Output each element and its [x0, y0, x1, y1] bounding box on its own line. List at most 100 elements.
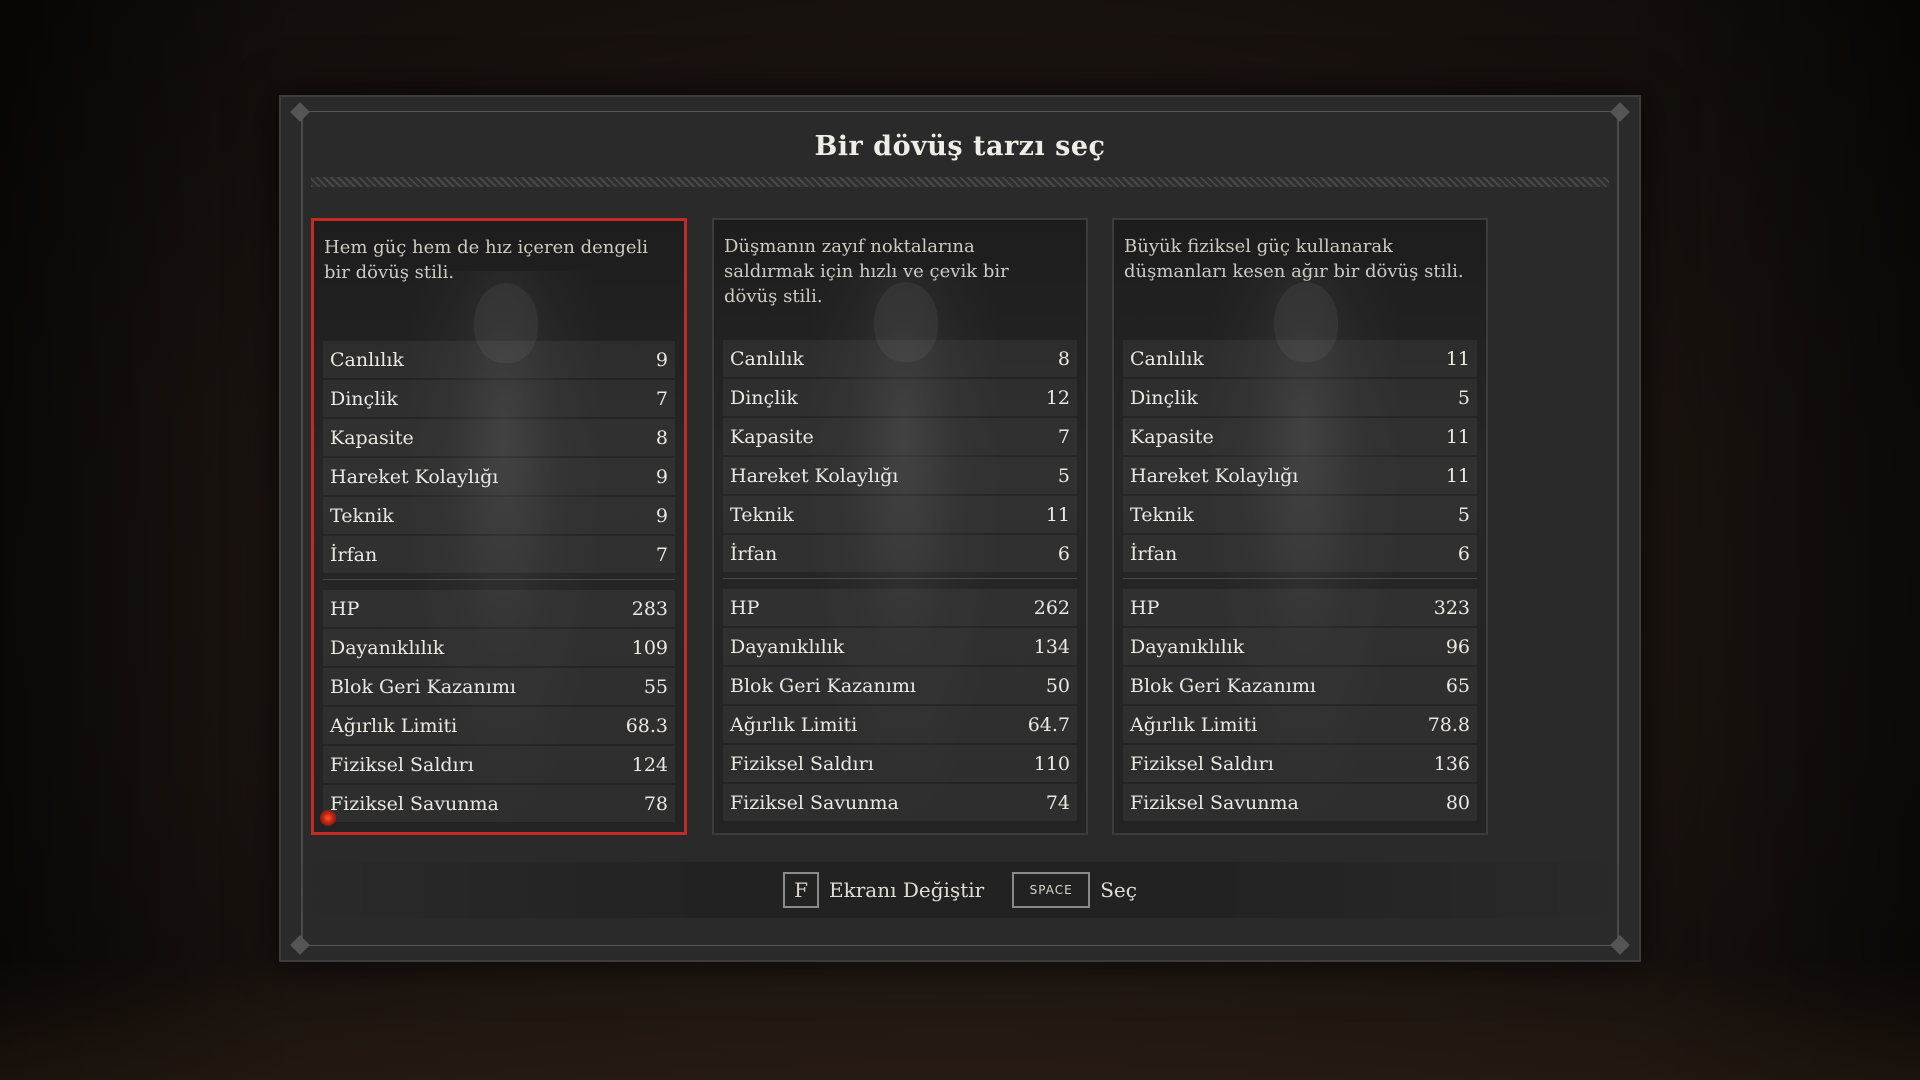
stat-row: Blok Geri Kazanımı 55	[323, 668, 675, 705]
stat-value: 65	[1445, 674, 1470, 697]
stat-value: 9	[655, 504, 668, 527]
stat-row: Fiziksel Savunma 78	[323, 785, 675, 822]
stat-value: 9	[655, 348, 668, 371]
control-hints: F Ekranı Değiştir SPACE Seç	[281, 862, 1639, 918]
stat-value: 7	[655, 543, 668, 566]
switch-screen-label[interactable]: Ekranı Değiştir	[829, 878, 984, 902]
stat-value: 7	[655, 387, 668, 410]
select-label[interactable]: Seç	[1100, 878, 1137, 902]
selection-ember-icon	[320, 810, 336, 826]
key-f-icon[interactable]: F	[783, 872, 820, 908]
stat-row: Fiziksel Saldırı 124	[323, 746, 675, 783]
stat-label: HP	[330, 597, 360, 620]
stat-label: Dayanıklılık	[730, 635, 845, 658]
stat-label: Ağırlık Limiti	[1130, 713, 1258, 736]
stat-row: Fiziksel Saldırı 136	[1123, 745, 1477, 782]
stat-value: 262	[1033, 596, 1070, 619]
stat-row: Canlılık 9	[323, 341, 675, 378]
stat-row: Blok Geri Kazanımı 50	[723, 667, 1077, 704]
style-description: Düşmanın zayıf noktalarına saldırmak içi…	[724, 236, 1009, 307]
key-space-icon[interactable]: SPACE	[1012, 872, 1091, 908]
stat-row: Canlılık 11	[1123, 340, 1477, 377]
stat-row: Dinçlik 12	[723, 379, 1077, 416]
stat-row: Canlılık 8	[723, 340, 1077, 377]
stat-label: Kapasite	[1130, 425, 1214, 448]
background-left-shade	[0, 0, 300, 1080]
stat-value: 6	[1057, 542, 1070, 565]
stat-value: 12	[1045, 386, 1070, 409]
style-description: Büyük fiziksel güç kullanarak düşmanları…	[1124, 236, 1464, 282]
stats-list: Canlılık 8 Dinçlik 12 Kapasite 7 Hareket Kolay…	[723, 340, 1077, 823]
background-floor	[0, 960, 1920, 1080]
stat-row: Ağırlık Limiti 78.8	[1123, 706, 1477, 743]
stat-label: Canlılık	[330, 348, 404, 371]
stat-label: Dinçlik	[730, 386, 798, 409]
stat-label: HP	[1130, 596, 1160, 619]
stat-row: Fiziksel Savunma 74	[723, 784, 1077, 821]
stat-row: Ağırlık Limiti 64.7	[723, 706, 1077, 743]
stat-value: 96	[1445, 635, 1470, 658]
stat-value: 11	[1045, 503, 1070, 526]
title-divider	[311, 177, 1609, 187]
stat-label: Blok Geri Kazanımı	[1130, 674, 1316, 697]
stat-row: Dayanıklılık 109	[323, 629, 675, 666]
stat-row: Kapasite 11	[1123, 418, 1477, 455]
stat-label: Blok Geri Kazanımı	[330, 675, 516, 698]
stat-label: Fiziksel Saldırı	[330, 753, 474, 776]
stat-row: Hareket Kolaylığı 5	[723, 457, 1077, 494]
stat-label: Teknik	[1130, 503, 1194, 526]
stat-label: Fiziksel Savunma	[1130, 791, 1299, 814]
stat-value: 64.7	[1027, 713, 1070, 736]
stat-row: Blok Geri Kazanımı 65	[1123, 667, 1477, 704]
fighting-style-panel: Bir dövüş tarzı seç Hem güç hem de hız i…	[279, 95, 1641, 962]
stat-value: 9	[655, 465, 668, 488]
stat-label: Hareket Kolaylığı	[330, 465, 499, 488]
stat-label: Hareket Kolaylığı	[730, 464, 899, 487]
stat-label: Kapasite	[330, 426, 414, 449]
stat-value: 78.8	[1427, 713, 1470, 736]
stat-label: Ağırlık Limiti	[730, 713, 858, 736]
stat-value: 110	[1033, 752, 1070, 775]
stat-value: 78	[643, 792, 668, 815]
stat-label: İrfan	[330, 543, 378, 566]
stat-value: 80	[1445, 791, 1470, 814]
stat-label: Fiziksel Savunma	[730, 791, 899, 814]
stat-value: 5	[1457, 386, 1470, 409]
stat-value: 5	[1057, 464, 1070, 487]
stat-row: İrfan 7	[323, 536, 675, 573]
stat-row: Dayanıklılık 134	[723, 628, 1077, 665]
stat-row: Ağırlık Limiti 68.3	[323, 707, 675, 744]
stat-label: Blok Geri Kazanımı	[730, 674, 916, 697]
stat-label: İrfan	[1130, 542, 1178, 565]
stat-row: Fiziksel Saldırı 110	[723, 745, 1077, 782]
stat-label: Canlılık	[1130, 347, 1204, 370]
stat-row: Dinçlik 7	[323, 380, 675, 417]
stat-label: Fiziksel Saldırı	[1130, 752, 1274, 775]
stat-value: 6	[1457, 542, 1470, 565]
stat-value: 283	[631, 597, 668, 620]
stat-row: İrfan 6	[1123, 535, 1477, 572]
style-card-2[interactable]: Düşmanın zayıf noktalarına saldırmak içi…	[712, 218, 1088, 835]
stat-value: 5	[1457, 503, 1470, 526]
stat-label: Dayanıklılık	[330, 636, 445, 659]
stats-divider	[1123, 578, 1477, 579]
stat-value: 68.3	[625, 714, 668, 737]
stat-label: Hareket Kolaylığı	[1130, 464, 1299, 487]
stats-list: Canlılık 9 Dinçlik 7 Kapasite 8 Hareket Kolayl…	[323, 341, 675, 824]
stat-value: 55	[643, 675, 668, 698]
stat-row: Teknik 5	[1123, 496, 1477, 533]
stat-label: Teknik	[730, 503, 794, 526]
stat-row: Dayanıklılık 96	[1123, 628, 1477, 665]
stat-row: Teknik 11	[723, 496, 1077, 533]
stat-row: Dinçlik 5	[1123, 379, 1477, 416]
style-card-3[interactable]: Büyük fiziksel güç kullanarak düşmanları…	[1112, 218, 1488, 835]
stat-row: Kapasite 7	[723, 418, 1077, 455]
background-right-shade	[1620, 0, 1920, 1080]
panel-title: Bir dövüş tarzı seç	[814, 131, 1106, 162]
stat-row: HP 262	[723, 589, 1077, 626]
stat-value: 11	[1445, 464, 1470, 487]
style-card-1[interactable]: Hem güç hem de hız içeren dengeli bir dö…	[311, 218, 687, 835]
stat-row: Kapasite 8	[323, 419, 675, 456]
stat-value: 323	[1433, 596, 1470, 619]
stat-row: Fiziksel Savunma 80	[1123, 784, 1477, 821]
